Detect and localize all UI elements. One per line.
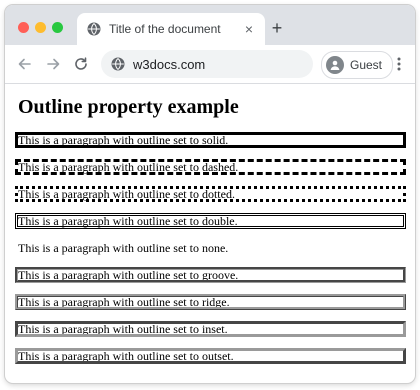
menu-button[interactable] [389,54,409,74]
avatar [326,56,344,74]
tab-strip: Title of the document × + [5,5,415,45]
paragraph-groove: This is a paragraph with outline set to … [15,267,406,283]
profile-button[interactable]: Guest [321,51,394,79]
new-tab-button[interactable]: + [267,18,287,38]
paragraph-ridge: This is a paragraph with outline set to … [15,294,406,310]
tab-close-button[interactable]: × [241,21,257,37]
page-content: Outline property example This is a parag… [5,84,415,364]
paragraph-double: This is a paragraph with outline set to … [15,213,406,229]
browser-tab[interactable]: Title of the document × [77,13,265,45]
window-controls [18,22,63,33]
paragraph-outset: This is a paragraph with outline set to … [15,348,406,364]
globe-icon[interactable] [111,57,125,71]
paragraph-none: This is a paragraph with outline set to … [18,241,229,255]
page-heading: Outline property example [18,96,239,118]
person-icon [330,60,340,70]
reload-icon [75,57,87,70]
profile-label: Guest [350,58,383,72]
kebab-vertical-icon [397,57,401,71]
url-text: w3docs.com [133,56,206,72]
browser-toolbar: w3docs.com Guest [5,45,415,84]
forward-button[interactable] [43,54,63,74]
paragraph-inset: This is a paragraph with outline set to … [15,321,406,337]
paragraph-dashed: This is a paragraph with outline set to … [15,159,406,175]
paragraph-solid: This is a paragraph with outline set to … [15,132,406,148]
address-bar[interactable]: w3docs.com [101,50,313,78]
globe-icon [87,22,101,36]
zoom-window-button[interactable] [52,22,63,33]
paragraph-dotted: This is a paragraph with outline set to … [15,186,406,202]
close-window-button[interactable] [18,22,29,33]
arrow-right-icon [47,58,60,70]
tab-title: Title of the document [109,22,221,36]
reload-button[interactable] [71,54,91,74]
browser-window: Title of the document × + w3docs.com Gue… [5,5,415,383]
arrow-left-icon [18,58,31,70]
minimize-window-button[interactable] [35,22,46,33]
back-button[interactable] [15,54,35,74]
